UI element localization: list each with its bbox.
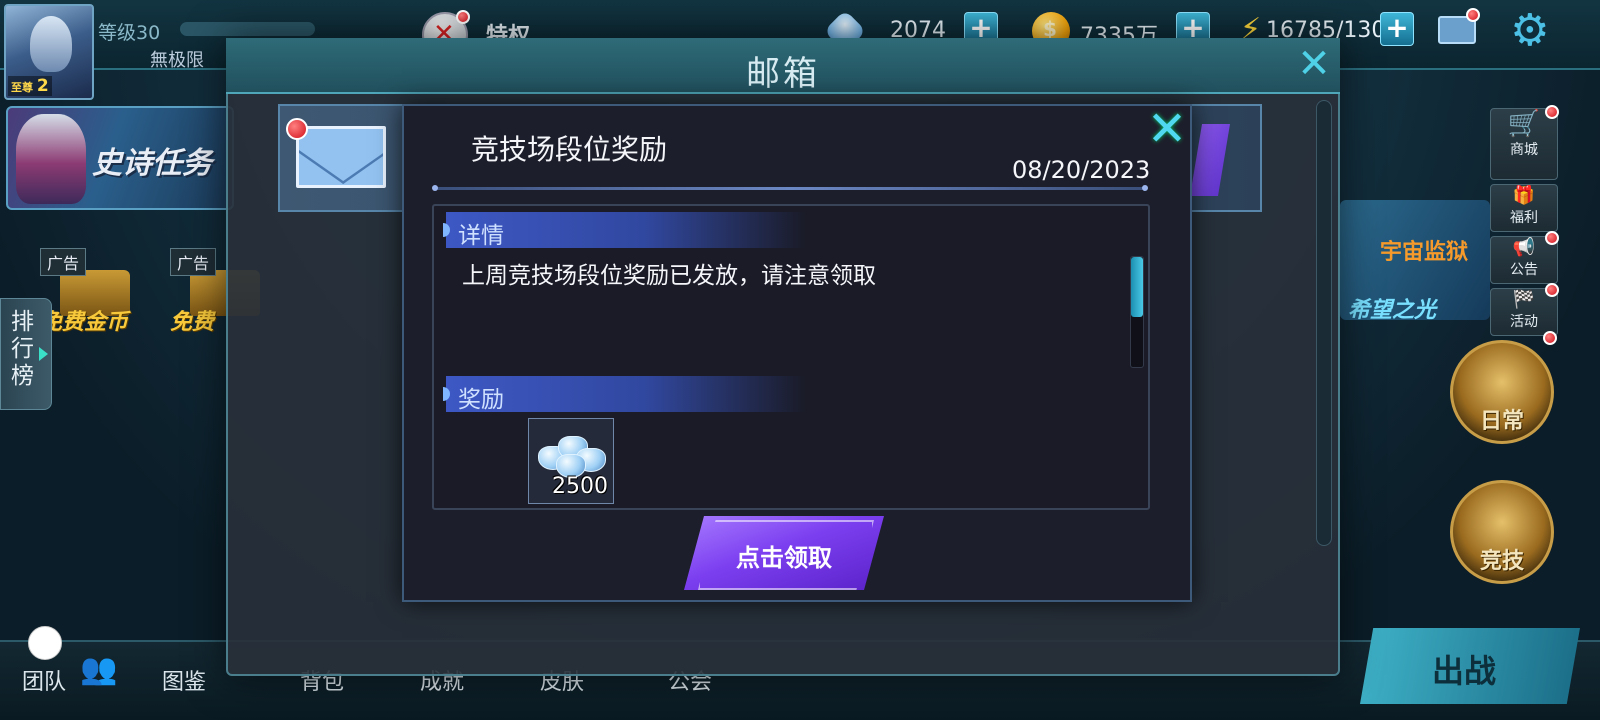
scrollbar-thumb[interactable] — [1131, 257, 1143, 317]
claim-label: 点击领取 — [736, 544, 832, 572]
notification-dot — [456, 10, 470, 24]
hero-image — [16, 114, 86, 204]
close-icon[interactable]: ✕ — [1144, 105, 1190, 153]
gift-icon: 🎁 — [1512, 185, 1536, 206]
details-label: 详情 — [458, 223, 504, 249]
welfare-button[interactable]: 🎁 福利 — [1490, 184, 1558, 232]
leaderboard-label: 排行榜 — [11, 309, 34, 389]
vip-label: 至尊 — [11, 81, 33, 94]
activity-button[interactable]: 🏁 活动 — [1490, 283, 1559, 336]
rank-text: 無极限 — [150, 50, 204, 71]
ad-free-gold[interactable]: 广告 免费金币 — [40, 248, 150, 338]
mail-list-scrollbar[interactable] — [1316, 100, 1332, 546]
rewards-section-header: 奖励 — [443, 376, 806, 413]
codex-tab[interactable]: 图鉴 — [162, 664, 206, 696]
epic-quest-banner[interactable]: 史诗任务 — [6, 106, 234, 210]
arena-label: 竞技 — [1479, 549, 1524, 574]
title-divider — [432, 185, 1148, 191]
envelope-icon — [296, 126, 386, 188]
event-banner[interactable]: 宇宙监狱 希望之光 — [1340, 200, 1490, 323]
vip-level: 2 — [36, 76, 49, 96]
daily-label: 日常 — [1479, 409, 1524, 434]
ad-free-label: 免费 — [170, 310, 215, 335]
battle-label: 出战 — [1432, 652, 1497, 690]
leaderboard-tab[interactable]: 排行榜 — [0, 298, 52, 410]
unread-dot — [286, 118, 308, 140]
ad-tag: 广告 — [170, 248, 217, 276]
touch-indicator — [28, 626, 62, 660]
claim-button[interactable]: 点击领取 — [684, 516, 884, 590]
activity-label: 活动 — [1510, 314, 1538, 330]
shop-button[interactable]: 🛒 商城 — [1490, 105, 1559, 180]
notification-dot — [1545, 283, 1559, 297]
details-section-header: 详情 — [443, 212, 806, 249]
team-icon: 👥 — [80, 652, 118, 687]
mailbox-title: 邮箱 — [746, 54, 820, 94]
event-banner-subtitle: 希望之光 — [1348, 298, 1437, 323]
notification-dot — [1545, 105, 1559, 119]
welfare-label: 福利 — [1510, 210, 1538, 226]
mail-title: 竞技场段位奖励 — [471, 133, 668, 166]
level-label: 等级30 — [98, 22, 161, 44]
battle-button[interactable]: 出战 — [1360, 628, 1580, 704]
event-banner-title: 宇宙监狱 — [1380, 240, 1469, 265]
reward-quantity: 2500 — [552, 474, 608, 499]
rewards-label: 奖励 — [458, 387, 504, 413]
daily-button[interactable]: 日常 — [1450, 331, 1557, 444]
level-progress-bar — [180, 22, 315, 36]
shop-label: 商城 — [1510, 142, 1538, 158]
right-menu: 🛒 商城 🎁 福利 📢 公告 🏁 活动 日常 竞技 — [1450, 100, 1560, 640]
vip-badge: 至尊 2 — [8, 76, 52, 96]
team-tab[interactable]: 团队 — [22, 664, 66, 696]
notice-button[interactable]: 📢 公告 — [1490, 231, 1559, 284]
close-icon[interactable]: ✕ — [1294, 44, 1334, 84]
epic-quest-label: 史诗任务 — [92, 146, 212, 181]
mail-body-text: 上周竞技场段位奖励已发放，请注意领取 — [462, 263, 876, 289]
notification-dot — [1543, 331, 1557, 345]
arena-button[interactable]: 竞技 — [1450, 480, 1554, 584]
mail-date: 08/20/2023 — [1012, 156, 1151, 184]
ad-tag: 广告 — [40, 248, 87, 276]
notification-dot — [1466, 8, 1480, 22]
ad-free-gold-label: 免费金币 — [40, 310, 129, 335]
notification-dot — [1545, 231, 1559, 245]
mail-icon[interactable] — [1438, 8, 1480, 44]
gear-icon[interactable]: ⚙ — [1510, 6, 1549, 56]
notice-label: 公告 — [1510, 262, 1538, 278]
player-avatar[interactable]: 至尊 2 — [4, 4, 94, 100]
diamond-bundle-icon — [536, 432, 608, 478]
hero-portrait — [30, 16, 72, 72]
add-energy-button[interactable]: + — [1380, 12, 1414, 46]
